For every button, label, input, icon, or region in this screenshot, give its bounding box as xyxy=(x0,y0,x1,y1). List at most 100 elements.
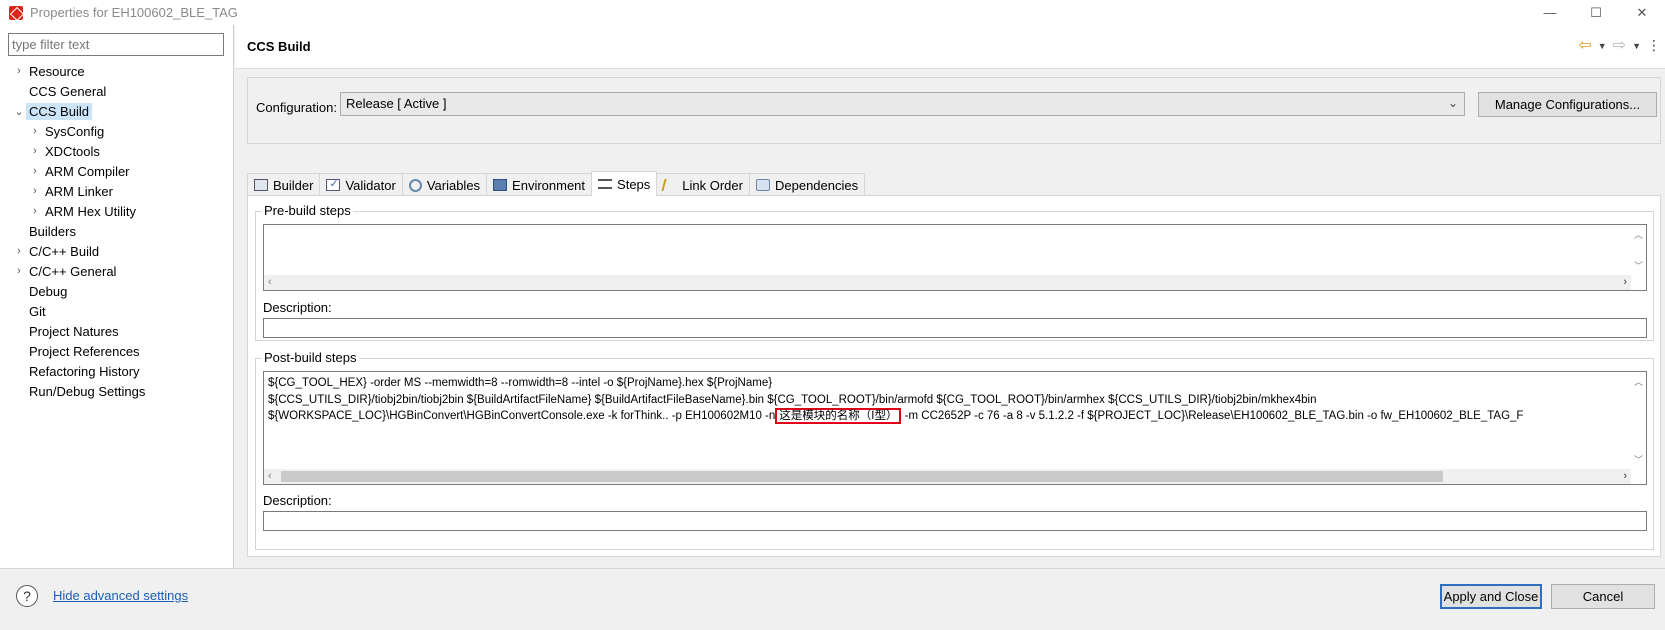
sidebar-item[interactable]: Project References xyxy=(0,341,234,361)
sidebar-item[interactable]: › Resource xyxy=(0,61,234,81)
sidebar-item[interactable]: › C/C++ General xyxy=(0,261,234,281)
pre-build-title: Pre-build steps xyxy=(262,203,353,218)
highlighted-module-name: 这是模块的名称（I型） xyxy=(775,408,902,424)
sidebar-item-label: Project Natures xyxy=(29,323,119,339)
tab-bar: Builder Validator Variables Environment Step… xyxy=(247,171,866,196)
sidebar-item[interactable]: Project Natures xyxy=(0,321,234,341)
tab-label: Builder xyxy=(273,177,314,193)
steps-icon xyxy=(598,179,613,189)
vertical-scrollbar[interactable]: ︿ ﹀ xyxy=(1631,372,1646,469)
sidebar-item[interactable]: › SysConfig xyxy=(0,121,234,141)
tab-dependencies[interactable]: Dependencies xyxy=(748,173,866,196)
post-build-commands[interactable]: ${CG_TOOL_HEX} -order MS --memwidth=8 --… xyxy=(263,371,1647,485)
link-order-icon xyxy=(661,179,679,191)
sidebar-item-label: Resource xyxy=(29,63,85,79)
property-tree: › Resource CCS General ⌄ CCS Build › SysConfig… xyxy=(0,61,234,401)
sidebar-item[interactable]: CCS General xyxy=(0,81,234,101)
view-menu-icon[interactable]: ⋮ xyxy=(1647,37,1661,54)
post-build-description-label: Description: xyxy=(263,493,332,508)
scroll-down-icon[interactable]: ﹀ xyxy=(1634,453,1643,466)
hide-advanced-settings-link[interactable]: Hide advanced settings xyxy=(53,588,188,603)
configuration-label: Configuration: xyxy=(256,100,337,115)
maximize-button[interactable]: ☐ xyxy=(1573,0,1619,25)
pre-build-group: Pre-build steps ︿ ﹀ ‹ › Description: xyxy=(255,203,1654,341)
sidebar-item[interactable]: ⌄ CCS Build xyxy=(0,101,234,121)
pre-build-description-label: Description: xyxy=(263,300,332,315)
close-button[interactable]: ✕ xyxy=(1619,0,1665,25)
help-icon[interactable]: ? xyxy=(16,585,38,607)
chevron-right-icon[interactable]: › xyxy=(28,185,42,197)
line3-after: -m CC2652P -c 76 -a 8 -v 5.1.2.2 -f ${PR… xyxy=(901,410,1524,422)
sidebar-item[interactable]: › XDCtools xyxy=(0,141,234,161)
configuration-value: Release [ Active ] xyxy=(346,96,447,111)
chevron-right-icon[interactable]: › xyxy=(28,125,42,137)
sidebar-item-label: Builders xyxy=(29,223,76,239)
sidebar-item-label: Run/Debug Settings xyxy=(29,383,146,399)
sidebar-item[interactable]: › C/C++ Build xyxy=(0,241,234,261)
post-build-description-input[interactable] xyxy=(263,511,1647,531)
tab-label: Validator xyxy=(345,177,396,193)
sidebar-item[interactable]: Refactoring History xyxy=(0,361,234,381)
chevron-right-icon[interactable]: › xyxy=(12,245,26,257)
sidebar-item[interactable]: Debug xyxy=(0,281,234,301)
chevron-right-icon[interactable]: › xyxy=(28,165,42,177)
tab-label: Link Order xyxy=(682,177,743,193)
filter-input[interactable] xyxy=(8,33,224,56)
forward-arrow-icon[interactable]: ⇨ xyxy=(1613,37,1626,54)
sidebar-item-label: ARM Hex Utility xyxy=(45,203,137,219)
chevron-right-icon[interactable]: › xyxy=(12,65,26,77)
cancel-button[interactable]: Cancel xyxy=(1551,584,1655,609)
tab-link-order[interactable]: Link Order xyxy=(656,173,750,196)
scroll-thumb[interactable] xyxy=(281,471,1443,482)
configuration-select[interactable]: Release [ Active ] ⌄ xyxy=(340,92,1465,116)
forward-dropdown-icon[interactable]: ▼ xyxy=(1632,41,1641,51)
sidebar-item-label: C/C++ General xyxy=(29,263,117,279)
scroll-left-icon[interactable]: ‹ xyxy=(268,276,272,288)
tab-label: Environment xyxy=(512,177,586,193)
scroll-down-icon[interactable]: ﹀ xyxy=(1634,259,1643,272)
sidebar-item-label: Refactoring History xyxy=(29,363,140,379)
tab-steps[interactable]: Steps xyxy=(591,171,658,196)
horizontal-scrollbar[interactable]: ‹ › xyxy=(264,469,1631,484)
sidebar-item[interactable]: › ARM Compiler xyxy=(0,161,234,181)
back-dropdown-icon[interactable]: ▼ xyxy=(1598,41,1607,51)
tab-environment[interactable]: Environment xyxy=(486,173,593,196)
post-build-title: Post-build steps xyxy=(262,350,359,365)
title-bar: Properties for EH100602_BLE_TAG — ☐ ✕ xyxy=(0,0,1665,25)
pre-build-description-input[interactable] xyxy=(263,318,1647,338)
sidebar-item[interactable]: › ARM Hex Utility xyxy=(0,201,234,221)
chevron-down-icon[interactable]: ⌄ xyxy=(12,105,26,118)
chevron-right-icon[interactable]: › xyxy=(28,205,42,217)
tab-variables[interactable]: Variables xyxy=(401,173,488,196)
tab-label: Steps xyxy=(617,176,651,192)
horizontal-scrollbar[interactable]: ‹ › xyxy=(264,275,1631,290)
tab-validator[interactable]: Validator xyxy=(319,173,403,196)
scroll-left-icon[interactable]: ‹ xyxy=(268,470,272,482)
scroll-up-icon[interactable]: ︿ xyxy=(1634,228,1643,241)
post-build-line-1: ${CG_TOOL_HEX} -order MS --memwidth=8 --… xyxy=(268,377,773,389)
sidebar-item[interactable]: Builders xyxy=(0,221,234,241)
scroll-right-icon[interactable]: › xyxy=(1623,276,1627,288)
back-arrow-icon[interactable]: ⇦ xyxy=(1578,37,1591,54)
post-build-text: ${CG_TOOL_HEX} -order MS --memwidth=8 --… xyxy=(268,375,1629,425)
header-bar: CCS Build ⇦ ▼ ⇨ ▼ ⋮ xyxy=(235,25,1665,69)
app-cube-icon xyxy=(8,5,24,21)
environment-icon xyxy=(493,179,508,191)
vertical-scrollbar[interactable]: ︿ ﹀ xyxy=(1631,225,1646,275)
minimize-button[interactable]: — xyxy=(1527,0,1573,25)
sidebar-item[interactable]: Run/Debug Settings xyxy=(0,381,234,401)
scroll-up-icon[interactable]: ︿ xyxy=(1634,375,1643,388)
sidebar-item[interactable]: › ARM Linker xyxy=(0,181,234,201)
sidebar-item[interactable]: Git xyxy=(0,301,234,321)
chevron-right-icon[interactable]: › xyxy=(12,265,26,277)
sidebar-item-label: XDCtools xyxy=(45,143,100,159)
scroll-right-icon[interactable]: › xyxy=(1623,470,1627,482)
manage-configurations-button[interactable]: Manage Configurations... xyxy=(1478,92,1657,117)
sidebar-item-label: Debug xyxy=(29,283,68,299)
window-title: Properties for EH100602_BLE_TAG xyxy=(30,5,238,20)
post-build-line-3: ${WORKSPACE_LOC}\HGBinConvert\HGBinConve… xyxy=(268,408,1629,425)
apply-and-close-button[interactable]: Apply and Close xyxy=(1440,584,1542,609)
tab-builder[interactable]: Builder xyxy=(247,173,321,196)
chevron-right-icon[interactable]: › xyxy=(28,145,42,157)
pre-build-commands[interactable]: ︿ ﹀ ‹ › xyxy=(263,224,1647,291)
